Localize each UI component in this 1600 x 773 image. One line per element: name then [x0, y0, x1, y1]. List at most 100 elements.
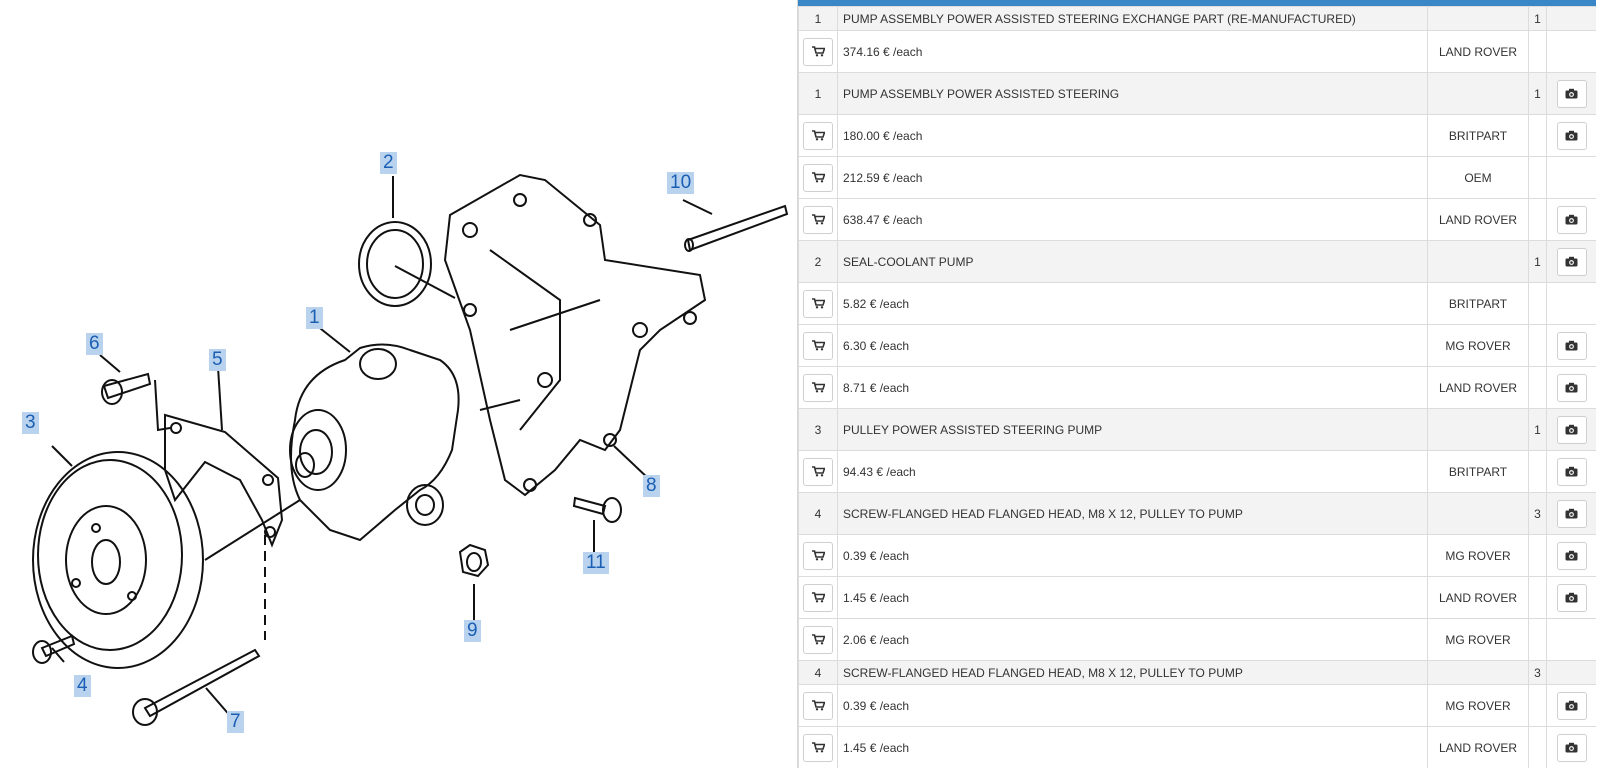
- quantity: 3: [1528, 660, 1547, 685]
- brand-cell-empty: [1427, 408, 1529, 451]
- price-option-row: 94.43 € /each BRITPART: [798, 450, 1596, 493]
- view-photo-button[interactable]: [1556, 247, 1587, 276]
- add-to-cart-button[interactable]: [803, 205, 833, 234]
- view-photo-button[interactable]: [1556, 733, 1587, 762]
- cart-cell: [798, 576, 838, 619]
- cart-icon: [811, 742, 825, 753]
- add-to-cart-button[interactable]: [803, 583, 833, 612]
- brand: MG ROVER: [1427, 324, 1529, 367]
- view-photo-button[interactable]: [1556, 541, 1587, 570]
- add-to-cart-button[interactable]: [803, 691, 833, 720]
- brand: MG ROVER: [1427, 684, 1529, 727]
- cart-cell: [798, 282, 838, 325]
- add-to-cart-button[interactable]: [803, 37, 833, 66]
- view-photo-button[interactable]: [1556, 331, 1587, 360]
- cart-icon: [811, 700, 825, 711]
- photo-cell-empty: [1546, 156, 1596, 199]
- add-to-cart-button[interactable]: [803, 289, 833, 318]
- brand: OEM: [1427, 156, 1529, 199]
- photo-cell: [1546, 366, 1596, 409]
- add-to-cart-button[interactable]: [803, 625, 833, 654]
- brand-cell-empty: [1427, 72, 1529, 115]
- brand: BRITPART: [1427, 282, 1529, 325]
- cart-cell: [798, 156, 838, 199]
- view-photo-button[interactable]: [1556, 499, 1587, 528]
- photo-cell: [1546, 450, 1596, 493]
- unit-price: 1.45 € /each: [837, 726, 1428, 768]
- view-photo-button[interactable]: [1556, 205, 1587, 234]
- ref-number: 2: [798, 240, 838, 283]
- quantity: 1: [1528, 6, 1547, 31]
- quantity-cell-empty: [1528, 324, 1547, 367]
- part-header-row: 1 PUMP ASSEMBLY POWER ASSISTED STEERING E…: [798, 6, 1596, 31]
- view-photo-button[interactable]: [1556, 415, 1587, 444]
- cart-icon: [811, 550, 825, 561]
- quantity: 1: [1528, 240, 1547, 283]
- brand-cell-empty: [1427, 492, 1529, 535]
- photo-cell-empty: [1546, 618, 1596, 661]
- view-photo-button[interactable]: [1556, 373, 1587, 402]
- quantity-cell-empty: [1528, 618, 1547, 661]
- ref-number: 1: [798, 72, 838, 115]
- callout-label[interactable]: 11: [583, 552, 609, 574]
- part-header-row: 3 PULLEY POWER ASSISTED STEERING PUMP 1: [798, 408, 1596, 451]
- part-description: PUMP ASSEMBLY POWER ASSISTED STEERING EX…: [837, 6, 1428, 31]
- ref-number: 1: [798, 6, 838, 31]
- add-to-cart-button[interactable]: [803, 331, 833, 360]
- cart-icon: [811, 298, 825, 309]
- view-photo-button[interactable]: [1556, 457, 1587, 486]
- camera-icon: [1565, 214, 1578, 225]
- camera-icon: [1565, 382, 1578, 393]
- price-option-row: 0.39 € /each MG ROVER: [798, 684, 1596, 727]
- camera-icon: [1565, 424, 1578, 435]
- parts-table: 1 PUMP ASSEMBLY POWER ASSISTED STEERING E…: [798, 6, 1596, 768]
- callout-label[interactable]: 3: [22, 412, 39, 434]
- add-to-cart-button[interactable]: [803, 733, 833, 762]
- photo-cell: [1546, 198, 1596, 241]
- view-photo-button[interactable]: [1556, 583, 1587, 612]
- callout-label[interactable]: 2: [380, 152, 397, 174]
- part-description: SCREW-FLANGED HEAD FLANGED HEAD, M8 X 12…: [837, 492, 1428, 535]
- camera-icon: [1565, 592, 1578, 603]
- view-photo-button[interactable]: [1556, 691, 1587, 720]
- part-header-row: 2 SEAL-COOLANT PUMP 1: [798, 240, 1596, 283]
- camera-icon: [1565, 340, 1578, 351]
- callout-label[interactable]: 4: [74, 675, 91, 697]
- callout-label[interactable]: 10: [667, 172, 695, 194]
- photo-cell-empty: [1546, 660, 1596, 685]
- price-option-row: 180.00 € /each BRITPART: [798, 114, 1596, 157]
- callout-label[interactable]: 7: [227, 711, 244, 733]
- part-description: PULLEY POWER ASSISTED STEERING PUMP: [837, 408, 1428, 451]
- callout-label[interactable]: 8: [643, 475, 660, 497]
- view-photo-button[interactable]: [1556, 121, 1587, 150]
- callout-label[interactable]: 9: [464, 620, 481, 642]
- quantity-cell-empty: [1528, 30, 1547, 73]
- add-to-cart-button[interactable]: [803, 457, 833, 486]
- brand-cell-empty: [1427, 660, 1529, 685]
- parts-diagram: 1 2 3 4 5 6 7 8 9 10 11: [0, 0, 790, 768]
- unit-price: 5.82 € /each: [837, 282, 1428, 325]
- brand: BRITPART: [1427, 114, 1529, 157]
- photo-cell: [1546, 114, 1596, 157]
- add-to-cart-button[interactable]: [803, 373, 833, 402]
- cart-cell: [798, 30, 838, 73]
- view-photo-button[interactable]: [1556, 79, 1587, 108]
- add-to-cart-button[interactable]: [803, 121, 833, 150]
- callout-label[interactable]: 6: [86, 333, 103, 355]
- brand: LAND ROVER: [1427, 576, 1529, 619]
- brand: MG ROVER: [1427, 618, 1529, 661]
- part-header-row: 4 SCREW-FLANGED HEAD FLANGED HEAD, M8 X 1…: [798, 660, 1596, 685]
- add-to-cart-button[interactable]: [803, 163, 833, 192]
- part-header-row: 1 PUMP ASSEMBLY POWER ASSISTED STEERING 1: [798, 72, 1596, 115]
- quantity-cell-empty: [1528, 684, 1547, 727]
- callout-label[interactable]: 5: [209, 349, 226, 371]
- callout-label[interactable]: 1: [306, 307, 323, 329]
- unit-price: 0.39 € /each: [837, 684, 1428, 727]
- quantity-cell-empty: [1528, 198, 1547, 241]
- camera-icon: [1565, 742, 1578, 753]
- brand: LAND ROVER: [1427, 726, 1529, 768]
- price-option-row: 8.71 € /each LAND ROVER: [798, 366, 1596, 409]
- brand-cell-empty: [1427, 6, 1529, 31]
- price-option-row: 0.39 € /each MG ROVER: [798, 534, 1596, 577]
- add-to-cart-button[interactable]: [803, 541, 833, 570]
